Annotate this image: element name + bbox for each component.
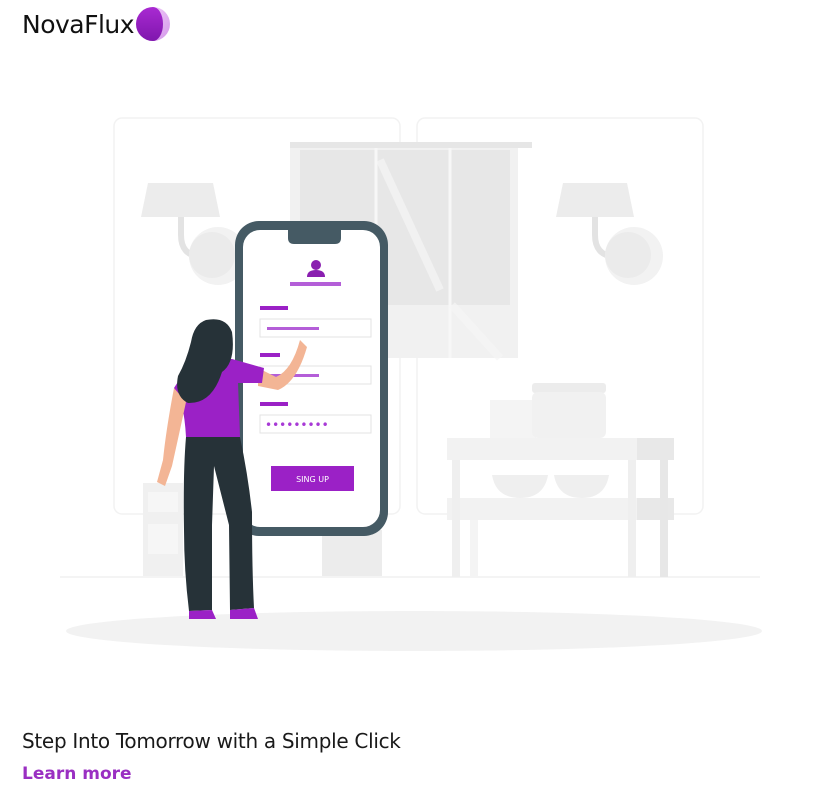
ground-shadow — [66, 611, 762, 651]
wall-lamp-right-icon — [556, 183, 663, 285]
hero-headline: Step Into Tomorrow with a Simple Click — [22, 729, 401, 753]
field-label-bar — [260, 402, 288, 406]
signup-button-label: SING UP — [296, 475, 329, 484]
crescent-moon-logo-icon — [136, 7, 171, 41]
password-mask: ••••••••• — [265, 418, 329, 432]
kitchen-stove-icon — [447, 383, 674, 577]
field-label-bar — [260, 353, 280, 357]
learn-more-link[interactable]: Learn more — [22, 764, 132, 784]
hero-illustration: ••••••••• SING UP — [0, 100, 814, 670]
form-title-bar — [290, 282, 341, 286]
site-header: NovaFlux — [22, 6, 171, 42]
field-label-bar — [260, 306, 288, 310]
brand-name: NovaFlux — [22, 9, 135, 39]
wall-lamp-left-icon — [141, 183, 247, 285]
